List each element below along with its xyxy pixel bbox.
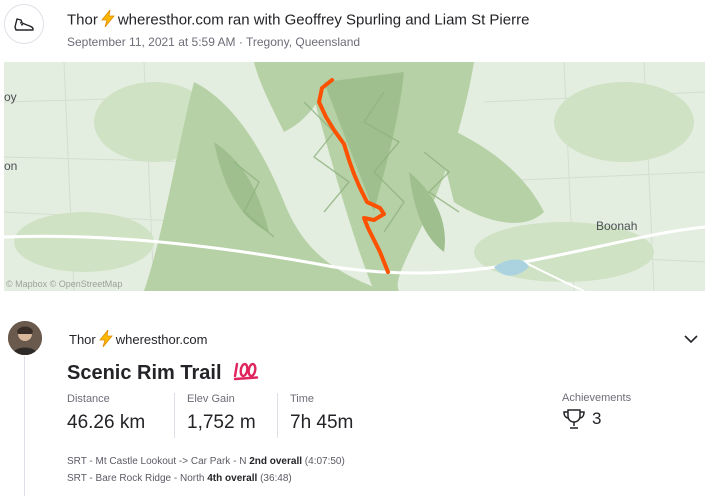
segment-effort[interactable]: SRT - Mt Castle Lookout -> Car Park - N … — [67, 456, 345, 467]
stat-distance: Distance 46.26 km — [67, 393, 145, 434]
map-attribution: © Mapbox © OpenStreetMap — [6, 279, 123, 289]
activity-title-text[interactable]: Scenic Rim Trail — [67, 362, 222, 384]
stat-value: 1,752 m — [187, 412, 256, 433]
running-shoe-icon — [4, 4, 44, 44]
stat-label: Time — [290, 393, 315, 405]
map-terrain — [4, 62, 705, 291]
segment-rank: 4th overall — [207, 473, 258, 484]
group-activity-title: Thor wheresthor.com ran with Geoffrey Spu… — [67, 10, 529, 29]
segment-name: SRT - Bare Rock Ridge - North — [67, 473, 205, 484]
ran-with-text: ran with Geoffrey Spurling and Liam St P… — [227, 11, 530, 29]
achievements[interactable]: Achievements 3 — [562, 392, 631, 430]
bolt-icon — [98, 330, 113, 347]
group-activity-header: Thor wheresthor.com ran with Geoffrey Spu… — [0, 0, 708, 60]
stat-divider — [277, 393, 278, 438]
group-athlete-name[interactable]: Thor — [67, 12, 98, 29]
avatar[interactable] — [8, 321, 42, 355]
map-label: on — [4, 159, 18, 173]
segment-effort[interactable]: SRT - Bare Rock Ridge - North 4th overal… — [67, 473, 292, 484]
route-map[interactable]: oy on Boonah © Mapbox © OpenStreetMap — [4, 62, 705, 291]
achievements-label: Achievements — [562, 392, 632, 404]
segment-name: SRT - Mt Castle Lookout -> Car Park - N — [67, 456, 247, 467]
activity-athlete-site: wheresthor.com — [115, 332, 208, 347]
chevron-down-icon[interactable] — [683, 331, 699, 347]
stat-label: Distance — [67, 393, 110, 405]
stat-value: 7h 45m — [290, 412, 354, 433]
stat-label: Elev Gain — [187, 393, 235, 405]
stat-elevation: Elev Gain 1,752 m — [187, 393, 256, 434]
group-athlete-site: wheresthor.com — [117, 11, 224, 29]
segment-rank: 2nd overall — [249, 456, 303, 467]
stat-divider — [174, 393, 175, 438]
activity-athlete: Thor wheresthor.com — [69, 330, 208, 347]
segment-time: (36:48) — [260, 473, 292, 484]
segment-time: (4:07:50) — [304, 456, 345, 467]
stat-time: Time 7h 45m — [290, 393, 353, 434]
trophy-icon — [563, 409, 585, 429]
bolt-icon — [101, 10, 115, 27]
timeline-divider — [24, 356, 25, 496]
activity-athlete-name[interactable]: Thor — [69, 332, 96, 347]
activity-title[interactable]: Scenic Rim Trail — [67, 361, 259, 387]
hundred-points-icon — [233, 361, 259, 387]
map-label-town: Boonah — [596, 219, 638, 233]
activity-datetime-location: September 11, 2021 at 5:59 AM · Tregony,… — [67, 35, 361, 49]
stat-value: 46.26 km — [67, 412, 146, 433]
map-label: oy — [4, 90, 17, 104]
achievements-count: 3 — [592, 409, 602, 428]
